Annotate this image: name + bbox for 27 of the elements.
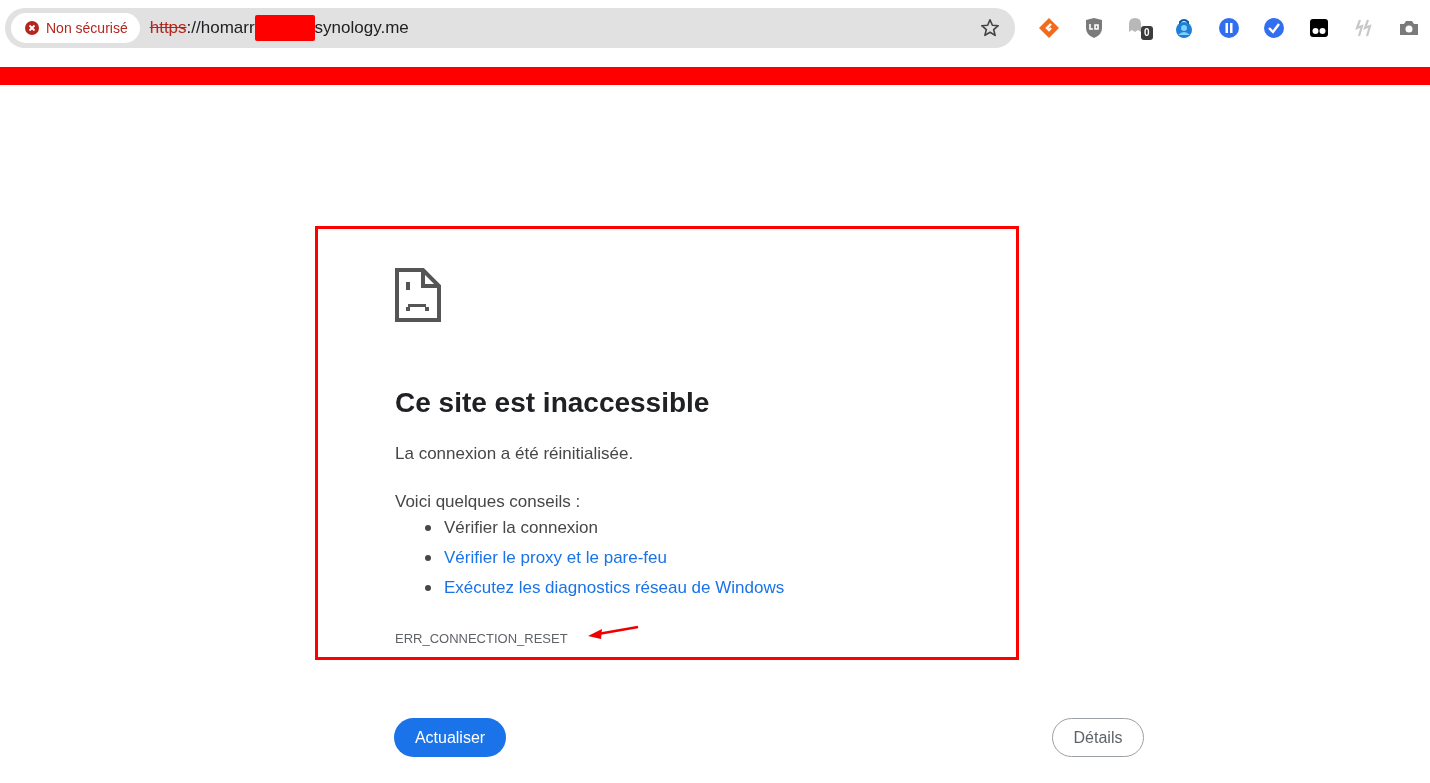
count-badge: 0 [1141, 26, 1153, 40]
error-icon [25, 21, 39, 35]
diamond-icon[interactable] [1037, 16, 1061, 40]
url-text: ://homarr [186, 18, 255, 38]
glasses-icon[interactable] [1307, 16, 1331, 40]
check-circle-icon[interactable] [1262, 16, 1286, 40]
pause-icon[interactable] [1217, 16, 1241, 40]
sad-document-icon [395, 268, 441, 322]
error-description: La connexion a été réinitialisée. [395, 443, 635, 465]
error-title: Ce site est inaccessible [395, 386, 711, 420]
bullet [425, 555, 431, 561]
tip-text: Vérifier la connexion [444, 518, 599, 538]
annotation-arrow [588, 625, 640, 641]
url-text: synology.me [314, 18, 409, 38]
tip-link[interactable]: Exécutez les diagnostics réseau de Windows [444, 578, 785, 598]
security-chip[interactable]: Non sécurisé [11, 13, 140, 43]
redaction-block [254, 15, 315, 41]
address-bar[interactable]: Non sécurisé https://homarr synology.me [5, 8, 1015, 48]
bullet [425, 525, 431, 531]
error-code: ERR_CONNECTION_RESET [395, 631, 568, 646]
bookmark-star-icon[interactable] [979, 17, 1001, 39]
tips-heading: Voici quelques conseils : [395, 491, 582, 513]
url-scheme: https [149, 18, 187, 38]
tip-link[interactable]: Vérifier le proxy et le pare-feu [444, 548, 667, 568]
reload-button[interactable]: Actualiser [394, 718, 506, 757]
details-button[interactable]: Détails [1052, 718, 1144, 757]
bullet [425, 585, 431, 591]
